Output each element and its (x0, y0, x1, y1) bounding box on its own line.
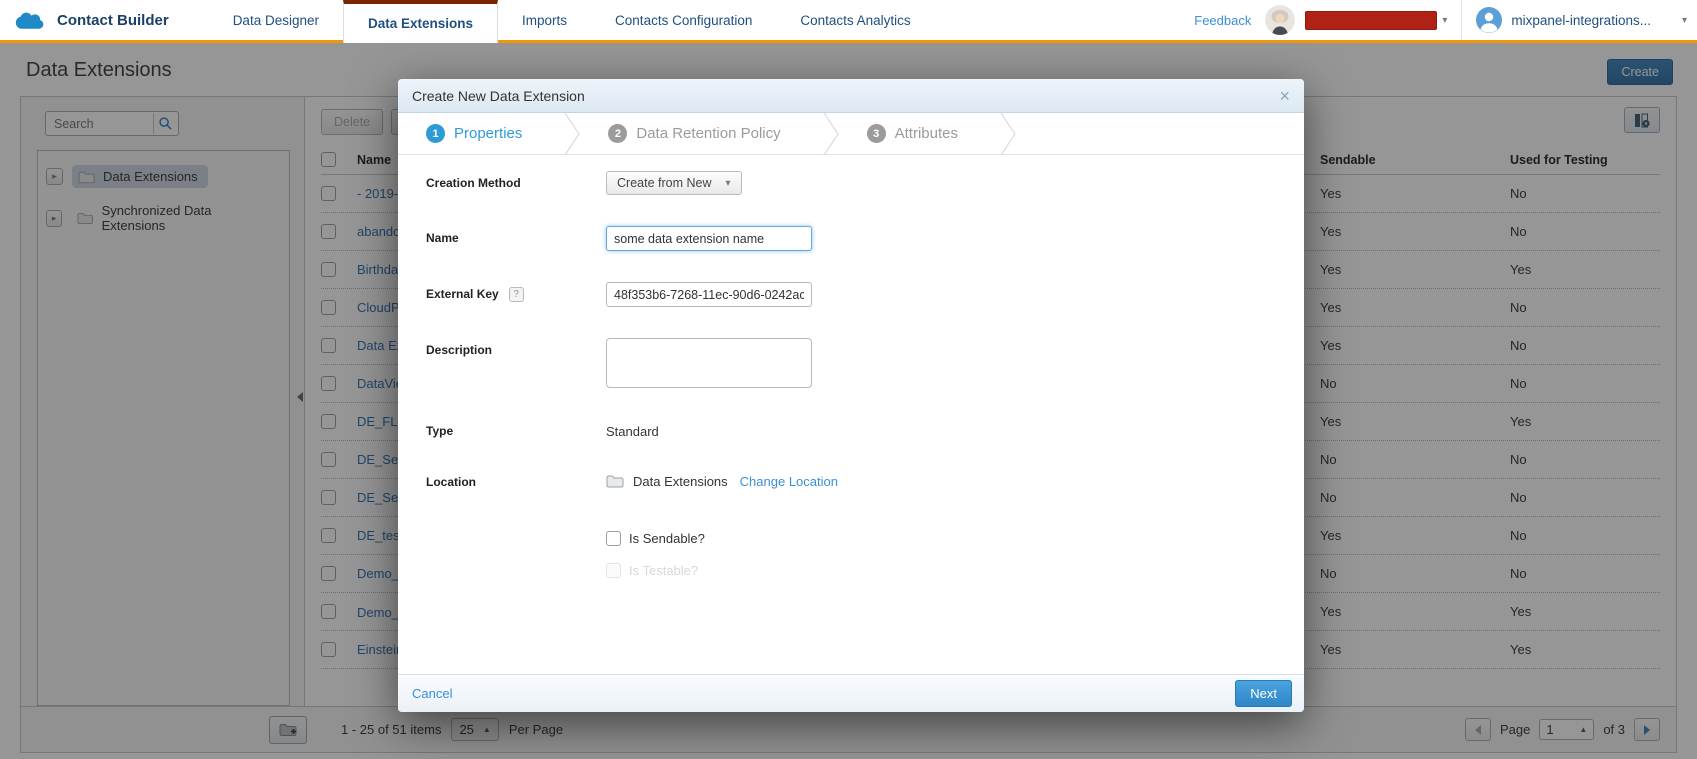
chevron-down-icon[interactable]: ▾ (1682, 15, 1687, 26)
step-label: Properties (454, 125, 522, 142)
app-title: Contact Builder (57, 12, 169, 29)
header-right: Feedback ▾ mixpanel-integrations... ▾ (1194, 0, 1697, 40)
main-nav: Data Designer Data Extensions Imports Co… (209, 0, 935, 40)
external-key-input[interactable] (606, 282, 812, 307)
chevron-down-icon: ▾ (725, 178, 730, 189)
is-sendable-checkbox[interactable] (606, 531, 621, 546)
cancel-link[interactable]: Cancel (412, 686, 452, 701)
description-textarea[interactable] (606, 338, 812, 388)
name-row: Name (426, 226, 1304, 251)
einstein-avatar[interactable] (1265, 5, 1295, 35)
type-label: Type (426, 419, 606, 439)
step-separator (1000, 113, 1016, 155)
user-avatar-icon (1476, 7, 1502, 33)
name-input[interactable] (606, 226, 812, 251)
close-icon[interactable]: × (1279, 87, 1290, 105)
creation-method-value: Create from New (617, 176, 711, 190)
is-testable-label: Is Testable? (629, 563, 698, 578)
nav-tab-imports[interactable]: Imports (498, 0, 591, 40)
wizard-steps: 1 Properties 2 Data Retention Policy 3 A… (398, 113, 1304, 155)
is-sendable-label: Is Sendable? (629, 531, 705, 546)
step-data-retention-policy[interactable]: 2 Data Retention Policy (580, 113, 822, 154)
step-properties[interactable]: 1 Properties (398, 113, 564, 154)
is-testable-row: Is Testable? (606, 563, 1304, 578)
type-row: Type Standard (426, 419, 1304, 439)
type-value: Standard (606, 419, 659, 439)
salesforce-cloud-icon (14, 9, 47, 31)
external-key-label-text: External Key (426, 287, 499, 301)
location-row: Location Data Extensions Change Location (426, 470, 1304, 489)
step-separator (823, 113, 839, 155)
chevron-down-icon[interactable]: ▾ (1442, 15, 1447, 26)
step-label: Data Retention Policy (636, 125, 780, 142)
header-divider (1461, 0, 1462, 40)
nav-tab-data-designer[interactable]: Data Designer (209, 0, 343, 40)
modal-body: Creation Method Create from New ▾ Name E… (398, 155, 1304, 674)
app-brand: Contact Builder (0, 0, 209, 40)
change-location-link[interactable]: Change Location (740, 474, 838, 489)
redacted-account-block[interactable] (1305, 11, 1437, 30)
modal-titlebar: Create New Data Extension × (398, 79, 1304, 113)
nav-tab-contacts-analytics[interactable]: Contacts Analytics (776, 0, 934, 40)
external-key-label: External Key ? (426, 282, 606, 307)
location-label: Location (426, 470, 606, 489)
step-number: 1 (426, 124, 445, 143)
modal-title: Create New Data Extension (412, 88, 585, 104)
einstein-icon (1265, 5, 1295, 35)
step-separator (564, 113, 580, 155)
creation-method-dropdown[interactable]: Create from New ▾ (606, 171, 742, 195)
step-number: 3 (867, 124, 886, 143)
creation-method-label: Creation Method (426, 171, 606, 195)
modal-footer: Cancel Next (398, 674, 1304, 712)
top-header: Contact Builder Data Designer Data Exten… (0, 0, 1697, 43)
folder-icon (606, 474, 624, 488)
feedback-link[interactable]: Feedback (1194, 13, 1251, 28)
description-row: Description (426, 338, 1304, 388)
description-label: Description (426, 338, 606, 388)
creation-method-row: Creation Method Create from New ▾ (426, 171, 1304, 195)
nav-tab-contacts-configuration[interactable]: Contacts Configuration (591, 0, 776, 40)
username-label: mixpanel-integrations... (1511, 13, 1651, 28)
create-data-extension-modal: Create New Data Extension × 1 Properties… (398, 79, 1304, 712)
location-value: Data Extensions (633, 474, 728, 489)
location-value-group: Data Extensions Change Location (606, 470, 838, 489)
next-button[interactable]: Next (1235, 680, 1292, 707)
help-icon[interactable]: ? (509, 287, 524, 302)
name-label: Name (426, 226, 606, 251)
external-key-row: External Key ? (426, 282, 1304, 307)
is-testable-checkbox (606, 563, 621, 578)
step-number: 2 (608, 124, 627, 143)
user-menu[interactable]: mixpanel-integrations... ▾ (1476, 7, 1687, 33)
nav-tab-data-extensions[interactable]: Data Extensions (343, 0, 498, 43)
step-attributes[interactable]: 3 Attributes (839, 113, 1000, 154)
is-sendable-row: Is Sendable? (606, 531, 1304, 546)
step-label: Attributes (895, 125, 958, 142)
